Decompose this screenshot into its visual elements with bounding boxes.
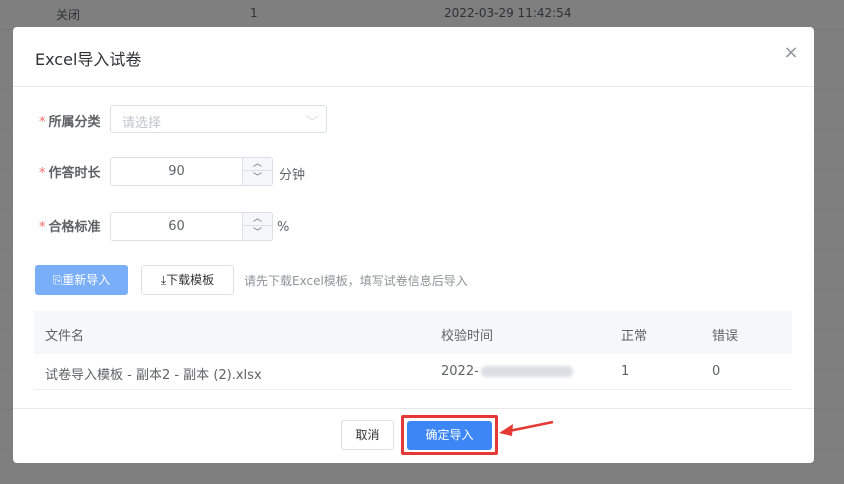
pass-score-value[interactable]: 60 [111, 219, 242, 234]
pass-score-stepper: ︿ ﹀ [242, 213, 272, 240]
validate-time: 2022- [441, 364, 573, 379]
divider [13, 408, 814, 409]
category-label-text: 所属分类 [48, 115, 101, 130]
required-mark: * [39, 115, 46, 130]
duration-value[interactable]: 90 [111, 164, 242, 179]
close-icon[interactable]: × [781, 43, 801, 63]
divider [13, 86, 814, 87]
chevron-up-icon[interactable]: ︿ [243, 158, 272, 171]
required-mark: * [39, 166, 46, 181]
duration-input[interactable]: 90 ︿ ﹀ [110, 157, 273, 186]
arrow-annotation-icon [499, 420, 554, 436]
column-header: 文件名 [45, 329, 85, 344]
import-exam-dialog: Excel导入试卷 × * 所属分类 请选择 ⌵ * 作答时长 90 ︿ ﹀ 分钟 … [13, 27, 814, 463]
chevron-up-icon[interactable]: ︿ [243, 213, 272, 226]
pass-score-unit: % [277, 220, 290, 235]
category-label: * 所属分类 [39, 111, 101, 130]
column-header: 校验时间 [441, 329, 494, 344]
table-row: 试卷导入模板 - 副本2 - 副本 (2).xlsx 2022- 1 0 [34, 354, 792, 390]
pass-score-label-text: 合格标准 [48, 220, 101, 235]
column-header: 正常 [621, 329, 648, 344]
dialog-title: Excel导入试卷 [35, 50, 142, 69]
file-name: 试卷导入模板 - 副本2 - 副本 (2).xlsx [45, 368, 262, 383]
duration-label: * 作答时长 [39, 162, 101, 181]
duration-stepper: ︿ ﹀ [242, 158, 272, 185]
column-header: 错误 [712, 329, 739, 344]
reimport-button[interactable]: ⎘重新导入 [35, 265, 128, 295]
table-header: 文件名 校验时间 正常 错误 [34, 311, 792, 354]
import-icon: ⎘ [52, 273, 63, 287]
reimport-label: 重新导入 [62, 273, 111, 287]
error-count: 0 [712, 364, 721, 379]
category-select[interactable]: 请选择 ⌵ [110, 105, 327, 133]
cancel-button[interactable]: 取消 [341, 420, 394, 450]
pass-score-input[interactable]: 60 ︿ ﹀ [110, 212, 273, 241]
download-label: 下载模板 [166, 273, 215, 287]
required-mark: * [39, 220, 46, 235]
confirm-import-button[interactable]: 确定导入 [407, 421, 492, 450]
import-hint: 请先下载Excel模板，填写试卷信息后导入 [244, 274, 468, 288]
category-placeholder: 请选择 [122, 116, 162, 131]
chevron-down-icon[interactable]: ﹀ [243, 227, 272, 240]
pass-score-label: * 合格标准 [39, 216, 101, 235]
download-template-button[interactable]: ⤓下载模板 [141, 265, 234, 295]
validate-time-text: 2022- [441, 364, 479, 379]
ok-count: 1 [621, 364, 630, 379]
duration-label-text: 作答时长 [48, 166, 101, 181]
chevron-down-icon[interactable]: ﹀ [243, 172, 272, 185]
duration-unit: 分钟 [279, 168, 306, 183]
redacted-time [480, 366, 573, 377]
chevron-down-icon: ⌵ [305, 110, 319, 123]
